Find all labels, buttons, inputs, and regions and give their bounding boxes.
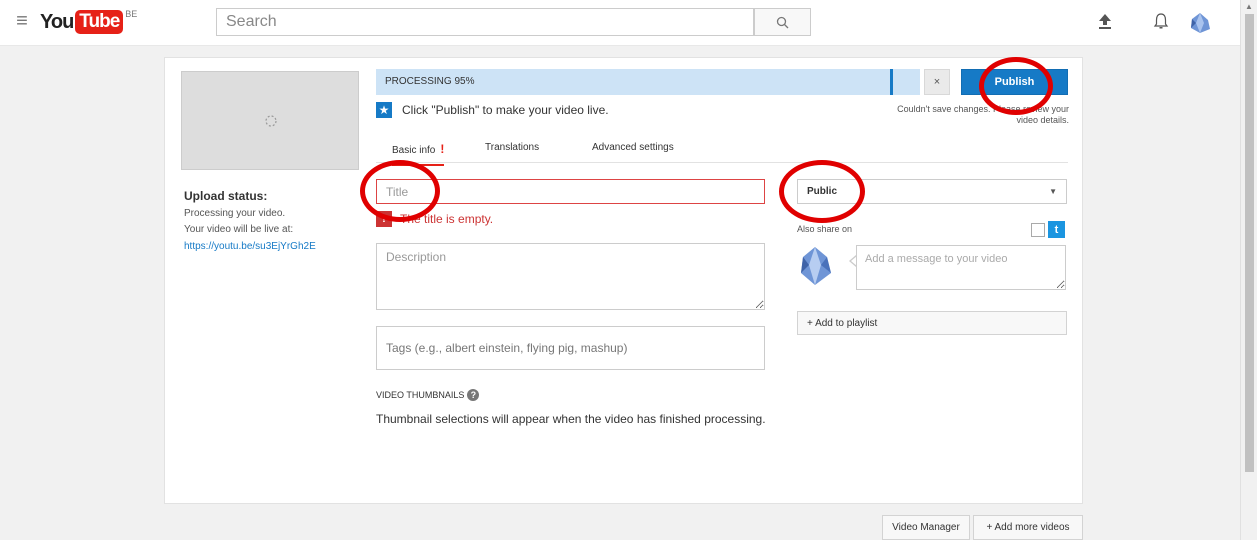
annotation-circle-publish [979,57,1053,115]
bell-icon[interactable] [1153,12,1169,30]
logo-region: BE [125,9,138,19]
logo-tube: Tube [75,10,124,34]
thumbnails-heading-text: VIDEO THUMBNAILS [376,390,465,400]
search-icon [776,16,789,28]
share-label: Also share on [797,224,853,234]
youtube-logo[interactable]: You Tube BE [40,9,138,34]
tab-translations[interactable]: Translations [485,142,539,153]
chevron-down-icon: ▼ [1049,187,1057,196]
upload-icon[interactable] [1097,12,1113,30]
video-thumbnail-preview [181,71,359,170]
video-manager-button[interactable]: Video Manager [882,515,970,540]
help-icon[interactable]: ? [467,389,480,401]
top-bar: ≡ You Tube BE [0,0,1240,46]
thumbnails-note: Thumbnail selections will appear when th… [376,412,766,426]
tab-basic-info-label: Basic info [392,145,436,156]
star-icon: ★ [376,102,392,118]
channel-avatar [801,247,831,285]
upload-status-heading: Upload status: [184,189,268,203]
add-more-videos-button[interactable]: + Add more videos [973,515,1083,540]
tab-bar: Basic info! Translations Advanced settin… [376,136,1068,166]
upload-status: Upload status: Processing your video. Yo… [184,189,344,254]
tab-advanced-settings[interactable]: Advanced settings [592,142,674,153]
share-message-input[interactable] [856,245,1066,290]
annotation-circle-privacy [779,160,865,223]
hint-text: Click "Publish" to make your video live. [402,103,609,117]
scroll-up-icon[interactable]: ▲ [1245,2,1253,11]
progress-fill-edge [889,69,893,95]
cancel-upload-button[interactable]: × [924,69,950,95]
video-link[interactable]: https://youtu.be/su3EjYrGh2E [184,241,316,252]
search-input[interactable] [216,8,754,36]
avatar[interactable] [1188,11,1212,35]
progress-label: PROCESSING 95% [385,76,475,87]
annotation-circle-title [360,160,440,222]
logo-you: You [40,10,74,33]
tab-error-badge: ! [440,142,445,156]
description-input[interactable] [376,243,765,310]
progress-bar: PROCESSING 95% [376,69,920,95]
upload-panel: Upload status: Processing your video. Yo… [164,57,1083,504]
upload-status-text: Processing your video. [184,208,286,219]
scroll-thumb[interactable] [1245,14,1254,472]
thumbnails-heading: VIDEO THUMBNAILS ? [376,389,480,401]
twitter-icon[interactable]: t [1048,221,1065,238]
spinner-icon [265,115,277,127]
page-scrollbar[interactable]: ▲ [1240,0,1257,540]
tags-input[interactable] [376,326,765,370]
search-button[interactable] [754,8,811,36]
add-to-playlist-button[interactable]: + Add to playlist [797,311,1067,335]
publish-hint: ★ Click "Publish" to make your video liv… [376,102,609,118]
share-checkbox[interactable] [1031,223,1045,237]
live-at-text: Your video will be live at: [184,224,294,235]
menu-icon[interactable]: ≡ [12,10,32,33]
